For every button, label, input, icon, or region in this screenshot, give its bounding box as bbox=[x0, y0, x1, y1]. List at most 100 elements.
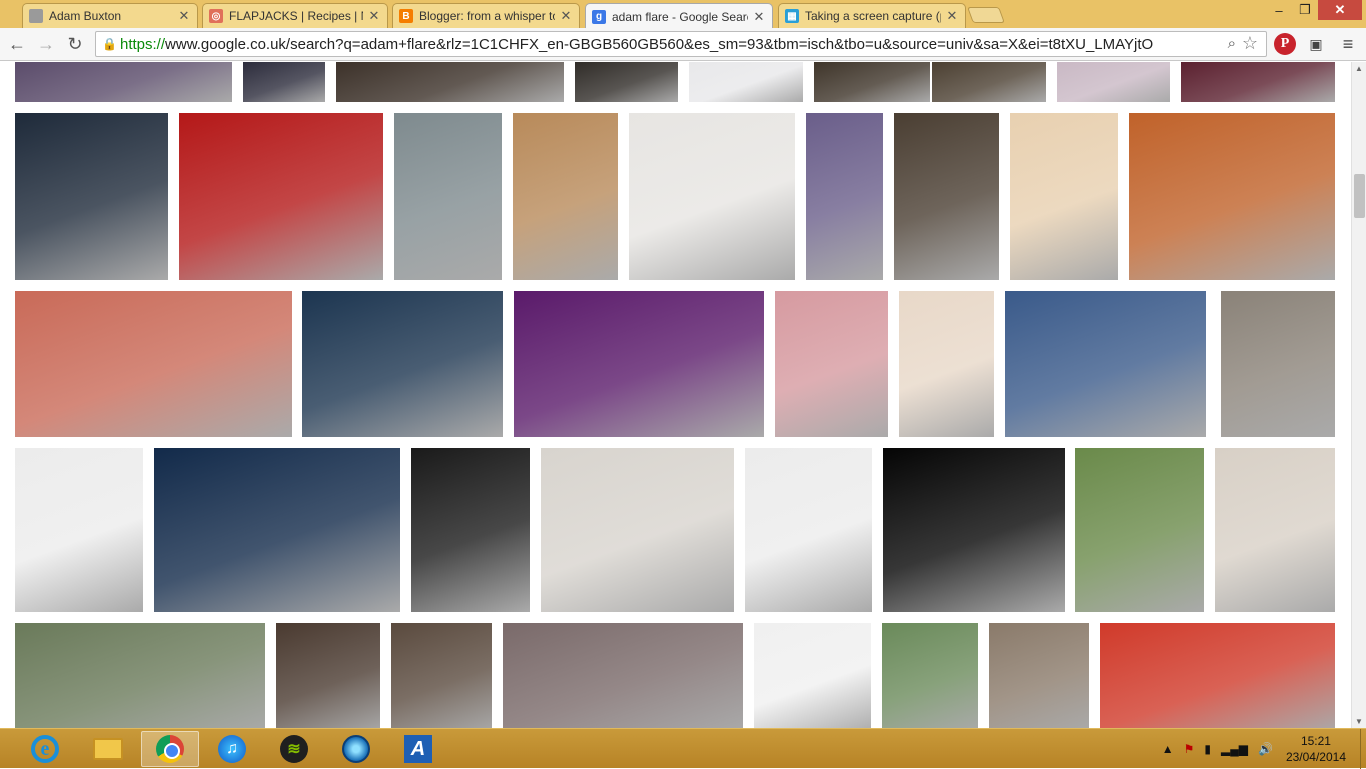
scrollbar-thumb[interactable] bbox=[1354, 174, 1365, 218]
image-result-dark-small[interactable] bbox=[243, 62, 325, 102]
image-result-street-woman-flares[interactable] bbox=[1221, 291, 1335, 437]
itunes-icon[interactable]: ♫ bbox=[203, 731, 261, 767]
scroll-up-icon[interactable]: ▲ bbox=[1355, 64, 1363, 73]
new-tab-button[interactable] bbox=[967, 7, 1005, 23]
image-result-blonde-street-style[interactable] bbox=[513, 113, 618, 280]
favicon-icon: ▦ bbox=[785, 9, 799, 23]
tab-title: Adam Buxton bbox=[49, 9, 122, 23]
scroll-down-icon[interactable]: ▼ bbox=[1355, 717, 1363, 726]
image-result-pink-top-grey-skirt[interactable] bbox=[629, 113, 795, 280]
image-result-perfume-bottle[interactable] bbox=[754, 623, 871, 728]
tab-strip: Adam Buxton ✕ ◎ FLAPJACKS | Recipes | Ni… bbox=[0, 0, 1366, 29]
tab-adam-buxton[interactable]: Adam Buxton ✕ bbox=[22, 3, 198, 28]
image-result-woman-black-jacket[interactable] bbox=[391, 623, 492, 728]
reload-icon[interactable]: ↻ bbox=[63, 32, 87, 56]
internet-explorer-icon[interactable]: e bbox=[16, 731, 74, 767]
tab-close-icon[interactable]: ✕ bbox=[367, 8, 381, 24]
image-result-illustrated-woman-flares[interactable] bbox=[899, 291, 994, 437]
show-desktop-button[interactable] bbox=[1360, 729, 1366, 769]
action-center-flag-icon[interactable]: ⚑ bbox=[1184, 742, 1195, 756]
image-result-runway-legs-2[interactable] bbox=[932, 62, 1046, 102]
tab-blogger[interactable]: B Blogger: from a whisper to ✕ bbox=[392, 3, 580, 28]
extension-icon[interactable]: ▣ bbox=[1305, 33, 1327, 55]
image-result-software-screenshot-flare[interactable] bbox=[302, 291, 503, 437]
spotify-icon[interactable]: ≋ bbox=[265, 731, 323, 767]
back-arrow-icon[interactable]: ← bbox=[5, 32, 29, 56]
image-result-adam-singing-stage[interactable] bbox=[154, 448, 400, 612]
tab-title: Blogger: from a whisper to bbox=[419, 9, 555, 23]
image-result-live-music-venue[interactable] bbox=[514, 291, 764, 437]
browser-toolbar: ← → ↻ 🔒 https:// www.google.co.uk/search… bbox=[0, 28, 1366, 61]
image-result-woman-graffiti-wall[interactable] bbox=[989, 623, 1089, 728]
url-text: www.google.co.uk/search?q=adam+flare&rlz… bbox=[165, 35, 1154, 53]
lock-icon: 🔒 bbox=[102, 37, 117, 51]
tab-screen-capture[interactable]: ▦ Taking a screen capture (p ✕ bbox=[778, 3, 966, 28]
image-result-white-light-dark[interactable] bbox=[883, 448, 1065, 612]
minimize-button[interactable]: – bbox=[1266, 0, 1292, 20]
show-hidden-icons-icon[interactable]: ▲ bbox=[1162, 742, 1174, 756]
image-result-bare-feet-jeans[interactable] bbox=[15, 113, 168, 280]
image-result-man-with-dogs[interactable] bbox=[1075, 448, 1204, 612]
pinterest-icon[interactable]: P bbox=[1274, 33, 1296, 55]
star-icon[interactable]: ☆ bbox=[1242, 33, 1258, 54]
image-result-runway-flares[interactable] bbox=[1010, 113, 1118, 280]
image-result-red-carpet-suit[interactable] bbox=[806, 113, 883, 280]
image-result-black-coat-woman[interactable] bbox=[894, 113, 999, 280]
tab-title: adam flare - Google Searc bbox=[612, 9, 748, 24]
battery-icon[interactable]: ▮ bbox=[1204, 742, 1211, 756]
image-result-magazine-cover[interactable] bbox=[1057, 62, 1170, 102]
image-result-yellow-skirt-woman[interactable] bbox=[882, 623, 978, 728]
media-player-icon[interactable] bbox=[327, 731, 385, 767]
image-result-red-flares-stadium[interactable] bbox=[1100, 623, 1335, 728]
url-scheme: https:// bbox=[120, 35, 166, 53]
clock-time: 15:21 bbox=[1300, 734, 1331, 748]
forward-arrow-icon[interactable]: → bbox=[34, 32, 58, 56]
image-result-hockey-players-pepsi[interactable] bbox=[503, 623, 743, 728]
image-result-product-sheet[interactable] bbox=[689, 62, 803, 102]
tab-close-icon[interactable]: ✕ bbox=[177, 8, 191, 24]
image-result-layer-properties-panel[interactable] bbox=[15, 448, 143, 612]
image-result-celestial-flare-card[interactable] bbox=[411, 448, 530, 612]
tab-flapjacks[interactable]: ◎ FLAPJACKS | Recipes | Nig ✕ bbox=[202, 3, 388, 28]
image-result-crowd-hands-orange[interactable] bbox=[1129, 113, 1335, 280]
file-explorer-icon[interactable] bbox=[79, 731, 137, 767]
tab-close-icon[interactable]: ✕ bbox=[559, 8, 573, 24]
favicon-icon: g bbox=[592, 9, 606, 24]
image-result-white-opel-car[interactable] bbox=[15, 623, 265, 728]
image-result-comic-woman-drawing[interactable] bbox=[1215, 448, 1335, 612]
image-result-stage-legs[interactable] bbox=[15, 62, 232, 102]
chrome-icon[interactable] bbox=[141, 731, 199, 767]
image-result-street-style-man[interactable] bbox=[394, 113, 502, 280]
tab-title: FLAPJACKS | Recipes | Nig bbox=[229, 9, 363, 23]
search-icon[interactable]: ⌕ bbox=[1228, 35, 1236, 52]
close-window-button[interactable]: ✕ bbox=[1318, 0, 1362, 20]
image-result-smoke-flare-football[interactable] bbox=[15, 291, 292, 437]
image-result-blonde-leather-jacket[interactable] bbox=[276, 623, 380, 728]
tab-close-icon[interactable]: ✕ bbox=[945, 8, 959, 24]
volume-icon[interactable]: 🔊 bbox=[1258, 742, 1273, 756]
clock-date: 23/04/2014 bbox=[1285, 750, 1346, 764]
image-result-layer-properties-panel-2[interactable] bbox=[745, 448, 872, 612]
internet-explorer-glyph: e bbox=[31, 735, 59, 763]
image-result-black-outfit[interactable] bbox=[575, 62, 678, 102]
image-result-glowing-eyes-face[interactable] bbox=[1005, 291, 1206, 437]
image-result-concert-red-lights[interactable] bbox=[179, 113, 383, 280]
image-result-leather-jacket[interactable] bbox=[336, 62, 564, 102]
image-result-pink-red-graphic[interactable] bbox=[1181, 62, 1335, 102]
image-result-pink-dress-portrait[interactable] bbox=[775, 291, 888, 437]
favicon-icon bbox=[29, 9, 43, 23]
windows-taskbar: e ♫ ≋ A ▲ ⚑ ▮ ▂▄▆ 🔊 15:21 23/04/2014 bbox=[0, 728, 1366, 769]
vertical-scrollbar[interactable]: ▲ ▼ bbox=[1351, 62, 1366, 728]
clock[interactable]: 15:21 23/04/2014 bbox=[1286, 733, 1346, 765]
image-result-runway-legs[interactable] bbox=[814, 62, 930, 102]
tab-close-icon[interactable]: ✕ bbox=[752, 9, 766, 25]
signal-icon[interactable]: ▂▄▆ bbox=[1221, 742, 1248, 756]
address-bar[interactable]: 🔒 https:// www.google.co.uk/search?q=ada… bbox=[95, 31, 1267, 57]
image-result-baseball-cap-player[interactable] bbox=[541, 448, 734, 612]
image-results-grid bbox=[0, 62, 1351, 728]
menu-icon[interactable]: ≡ bbox=[1337, 33, 1359, 55]
system-tray: ▲ ⚑ ▮ ▂▄▆ 🔊 15:21 23/04/2014 bbox=[1157, 729, 1366, 769]
tab-google-search[interactable]: g adam flare - Google Searc ✕ bbox=[585, 3, 773, 29]
aviary-icon[interactable]: A bbox=[389, 731, 447, 767]
maximize-button[interactable]: ❐ bbox=[1292, 0, 1318, 20]
